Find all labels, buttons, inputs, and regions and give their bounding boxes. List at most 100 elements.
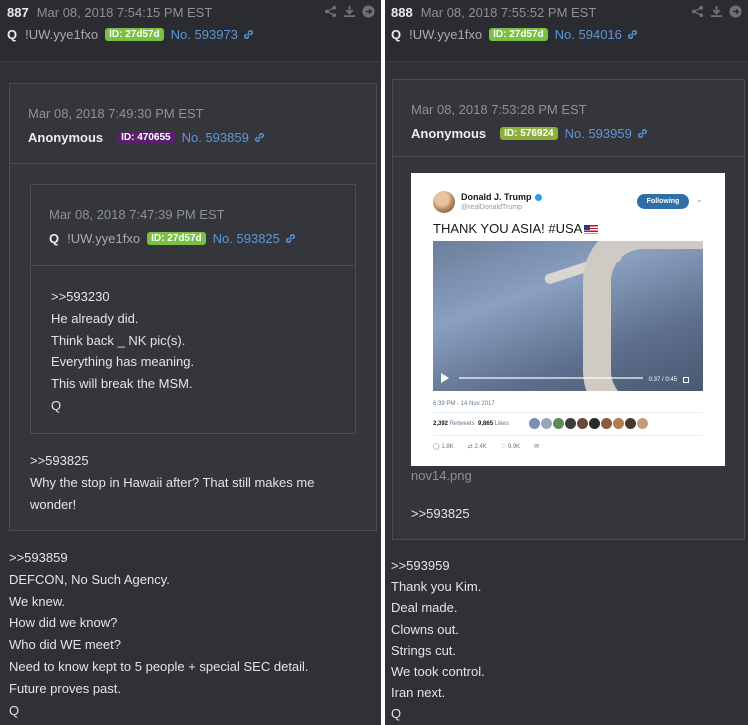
post-date: Mar 08, 2018 7:55:52 PM EST [420, 5, 597, 20]
id-badge[interactable]: ID: 27d57d [105, 27, 164, 41]
post-author: Q [391, 26, 402, 42]
body-line: Strings cut. [391, 642, 457, 658]
following-button: Following [637, 194, 689, 209]
quote-reference[interactable]: >>593230 [51, 286, 194, 308]
body-line: Clowns out. [391, 621, 459, 637]
avatar [433, 191, 455, 213]
avatar [529, 418, 540, 429]
body-line: He already did. [51, 310, 139, 326]
quoted-post-593959: Mar 08, 2018 7:53:28 PM EST Anonymous ID… [392, 79, 745, 540]
quoted-post-593859: Mar 08, 2018 7:49:30 PM EST Anonymous ID… [9, 83, 377, 531]
link-icon[interactable] [253, 131, 266, 144]
link-icon[interactable] [636, 127, 649, 140]
quoted-post-593825: Mar 08, 2018 7:47:39 PM EST Q !UW.yye1fx… [30, 184, 356, 434]
tweet-video: 0:37 / 0:45 [433, 241, 703, 391]
quoted-post-body: >>593825 Why the stop in Hawaii after? T… [30, 450, 360, 515]
quoted-post-header: Mar 08, 2018 7:53:28 PM EST Anonymous ID… [393, 80, 744, 157]
share-icon[interactable] [691, 5, 704, 18]
tweet-actions: ◯ 1.8K ⇄ 2.4K ♡ 9.9K ✉ [433, 443, 539, 450]
divider [433, 435, 703, 436]
quote-reference[interactable]: >>593859 [9, 547, 309, 569]
body-line: Why the stop in Hawaii after? That still… [30, 474, 315, 512]
body-line: Need to know kept to 5 people + special … [9, 658, 309, 674]
quoted-post-body: >>593230 He already did. Think back _ NK… [51, 286, 194, 417]
avatar [541, 418, 552, 429]
quote-reference[interactable]: >>593825 [30, 450, 360, 472]
quoted-post-date: Mar 08, 2018 7:53:28 PM EST [411, 102, 587, 117]
avatar [613, 418, 624, 429]
body-line: Deal made. [391, 600, 458, 616]
plane-window [583, 241, 703, 391]
share-icon[interactable] [324, 5, 337, 18]
body-line: We knew. [9, 593, 66, 609]
body-line: Everything has meaning. [51, 354, 195, 370]
tweet-text: THANK YOU ASIA! #USA [433, 221, 599, 236]
post-number: 887 [7, 5, 29, 20]
link-icon[interactable] [242, 28, 255, 41]
retweet-icon: ⇄ 2.4K [467, 444, 487, 450]
post-887: 887 Mar 08, 2018 7:54:15 PM EST Q !UW.yy… [0, 0, 381, 725]
post-actions [691, 5, 742, 18]
play-icon [441, 373, 449, 383]
post-888: 888 Mar 08, 2018 7:55:52 PM EST Q !UW.yy… [385, 0, 748, 725]
body-line: How did we know? [9, 615, 118, 631]
quote-reference[interactable]: >>593959 [391, 555, 485, 576]
body-line: Q [9, 702, 20, 718]
video-time: 0:37 / 0:45 [648, 377, 677, 383]
tweet-image[interactable]: Donald J. Trump @realDonaldTrump Followi… [411, 173, 725, 466]
quoted-post-date: Mar 08, 2018 7:49:30 PM EST [28, 106, 204, 121]
tweet-stats: 2,392 Retweets 9,865 Likes [433, 421, 509, 427]
divider [433, 412, 703, 413]
go-icon[interactable] [729, 5, 742, 18]
post-link[interactable]: No. 593959 [565, 126, 632, 141]
avatar [601, 418, 612, 429]
post-body: >>593959 Thank you Kim. Deal made. Clown… [391, 555, 485, 725]
body-line: Who did WE meet? [9, 637, 121, 653]
id-badge[interactable]: ID: 27d57d [147, 231, 206, 245]
body-line: We took control. [391, 664, 485, 680]
id-badge[interactable]: ID: 27d57d [489, 27, 548, 41]
like-icon: ♡ 9.9K [500, 444, 521, 450]
download-icon[interactable] [343, 5, 356, 18]
tweet-author-name: Donald J. Trump [461, 192, 542, 202]
post-link[interactable]: No. 593859 [182, 130, 249, 145]
body-line: Q [391, 706, 402, 722]
quoted-post-author: Anonymous [28, 129, 104, 145]
quoted-post-header: Mar 08, 2018 7:49:30 PM EST Anonymous ID… [10, 84, 376, 164]
tweet-handle: @realDonaldTrump [461, 204, 522, 211]
avatar [565, 418, 576, 429]
id-badge[interactable]: ID: 576924 [500, 126, 558, 140]
liker-avatars [529, 418, 648, 429]
body-line: Iran next. [391, 685, 446, 701]
link-icon[interactable] [284, 232, 297, 245]
flag-icon [584, 225, 599, 235]
quote-reference[interactable]: >>593825 [411, 503, 470, 525]
avatar [625, 418, 636, 429]
link-icon[interactable] [626, 28, 639, 41]
body-line: Thank you Kim. [391, 579, 482, 595]
tweet-timestamp: 6:39 PM - 14 Nov 2017 [433, 401, 495, 407]
post-link[interactable]: No. 593973 [171, 27, 238, 42]
chevron-down-icon: ⌄ [696, 195, 703, 204]
download-icon[interactable] [710, 5, 723, 18]
quoted-post-author: Q [49, 230, 60, 246]
body-line: This will break the MSM. [51, 376, 193, 392]
avatar [589, 418, 600, 429]
post-link[interactable]: No. 594016 [555, 27, 622, 42]
post-author: Q [7, 26, 18, 42]
post-number: 888 [391, 5, 413, 20]
post-link[interactable]: No. 593825 [213, 231, 280, 246]
quoted-post-date: Mar 08, 2018 7:47:39 PM EST [49, 207, 225, 222]
video-progress [459, 377, 643, 379]
id-badge[interactable]: ID: 470655 [117, 130, 175, 144]
body-line: DEFCON, No Such Agency. [9, 571, 170, 587]
quoted-post-body: >>593825 [411, 503, 470, 525]
tripcode: !UW.yye1fxo [409, 26, 483, 42]
post-header: 888 Mar 08, 2018 7:55:52 PM EST Q !UW.yy… [385, 0, 748, 62]
quoted-post-header: Mar 08, 2018 7:47:39 PM EST Q !UW.yye1fx… [31, 185, 355, 266]
tripcode: !UW.yye1fxo [67, 230, 141, 246]
go-icon[interactable] [362, 5, 375, 18]
avatar [637, 418, 648, 429]
image-filename[interactable]: nov14.png [411, 468, 472, 483]
post-actions [324, 5, 375, 18]
